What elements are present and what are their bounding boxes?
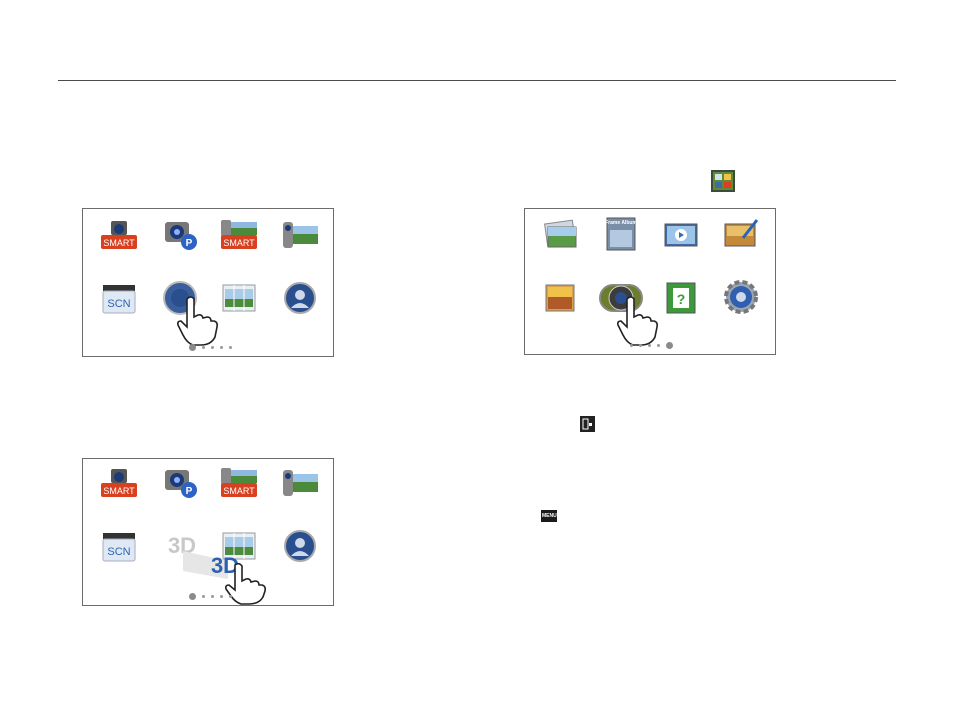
movie-icon[interactable]: [280, 466, 320, 500]
page-indicator: [189, 344, 232, 351]
smart-movie-label: SMART: [223, 238, 255, 248]
page-dot: [220, 595, 223, 598]
frame-album-icon[interactable]: Frame Album: [601, 216, 641, 251]
smart-auto-icon[interactable]: SMART: [99, 218, 139, 252]
beauty-shot-icon[interactable]: [280, 529, 320, 563]
scene-label: SCN: [107, 546, 130, 558]
smart-auto-icon[interactable]: SMART: [99, 466, 139, 500]
page-dot-active: [189, 344, 196, 351]
smart-label: SMART: [103, 486, 135, 496]
smart-movie-icon[interactable]: SMART: [219, 218, 259, 252]
album-icon[interactable]: [540, 218, 580, 252]
page-dot: [211, 346, 214, 349]
help-guide-icon[interactable]: ?: [661, 281, 701, 315]
scene-icon[interactable]: SCN: [99, 529, 139, 563]
page-dot: [229, 346, 232, 349]
page-dot: [229, 595, 232, 598]
scene-icon[interactable]: SCN: [99, 281, 139, 315]
program-icon[interactable]: P: [160, 218, 200, 252]
movie-icon[interactable]: [280, 218, 320, 252]
touch-hand-icon: [223, 562, 267, 610]
scene-label: SCN: [107, 298, 130, 310]
page-dot: [220, 346, 223, 349]
smart-movie-icon[interactable]: SMART: [219, 466, 259, 500]
scene-editor-icon[interactable]: [540, 281, 580, 315]
menu-button-label: MENU: [542, 513, 557, 519]
smart-movie-label: SMART: [223, 486, 255, 496]
page-dot: [630, 344, 633, 347]
mode-screen-top-left: SMART P SMART SCN: [82, 208, 334, 357]
menu-button-icon: MENU: [541, 510, 557, 522]
settings-icon[interactable]: [721, 279, 761, 314]
page-indicator: [189, 593, 232, 600]
mode-screen-bottom-left: SMART P SMART SCN 3D 3D: [82, 458, 334, 606]
mode-screen-top-right: Frame Album ?: [524, 208, 776, 355]
program-label: P: [186, 486, 193, 497]
program-label: P: [186, 238, 193, 249]
display-icon: [580, 416, 595, 437]
beauty-shot-icon[interactable]: [280, 281, 320, 315]
page-dot: [211, 595, 214, 598]
panorama-icon[interactable]: [219, 281, 259, 315]
page-dot-active: [666, 342, 673, 349]
page-dot: [202, 346, 205, 349]
mode-icon: [711, 170, 735, 197]
page-dot: [202, 595, 205, 598]
page-dot-active: [189, 593, 196, 600]
slide-show-icon[interactable]: [661, 218, 701, 252]
page-dot: [657, 344, 660, 347]
smart-label: SMART: [103, 238, 135, 248]
page-indicator: [630, 342, 673, 349]
help-label: ?: [677, 291, 686, 307]
photo-editor-icon[interactable]: [721, 216, 761, 250]
program-icon[interactable]: P: [160, 466, 200, 500]
page-dot: [648, 344, 651, 347]
frame-album-label: Frame Album: [605, 220, 637, 226]
page-dot: [639, 344, 642, 347]
header-rule: [58, 80, 896, 81]
